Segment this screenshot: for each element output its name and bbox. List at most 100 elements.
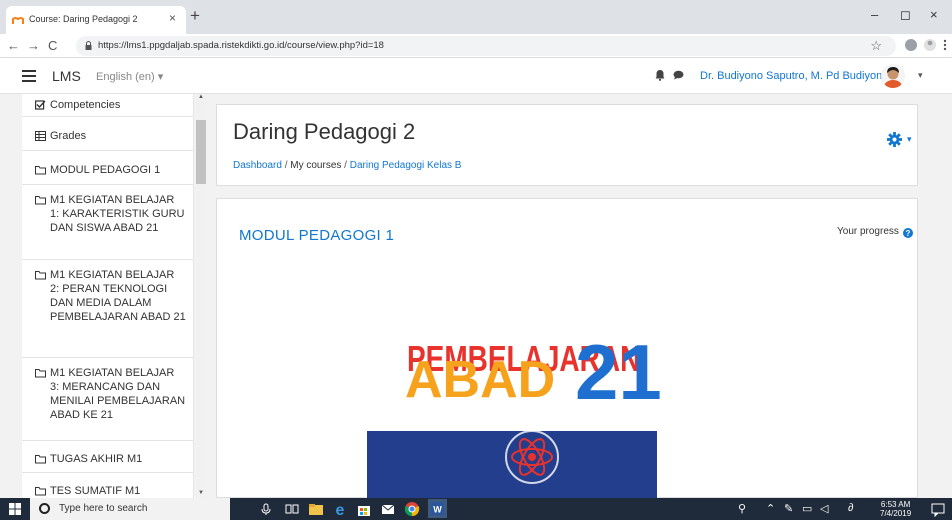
browser-tab[interactable]: Course: Daring Pedagogi 2 × (6, 6, 186, 34)
maximize-button[interactable]: ◻ (900, 7, 911, 23)
scroll-down-icon[interactable]: ▼ (198, 490, 204, 496)
messages-icon[interactable] (673, 70, 684, 80)
cortana-icon (39, 503, 50, 514)
drawer-item-label: MODUL PEDAGOGI 1 (50, 164, 161, 176)
action-center-icon[interactable] (930, 501, 946, 517)
checkbox-icon (35, 100, 46, 110)
browser-tab-strip: Course: Daring Pedagogi 2 × + – ◻ × (0, 0, 952, 34)
drawer-item-tugas-akhir[interactable]: TUGAS AKHIR M1 (22, 441, 193, 473)
drawer-item-grades[interactable]: Grades (22, 117, 193, 151)
language-menu[interactable]: English (en) ▾ (96, 70, 163, 83)
notification-bell-icon[interactable] (655, 69, 665, 81)
drawer-item-kb3[interactable]: M1 KEGIATAN BELAJAR 3: MERANCANG DAN MEN… (22, 358, 193, 441)
browser-toolbar: ← → C https://lms1.ppgdaljab.spada.riste… (0, 34, 952, 58)
section-title[interactable]: MODUL PEDAGOGI 1 (239, 227, 394, 244)
windows-start-icon[interactable] (9, 503, 21, 515)
bookmark-star-icon[interactable]: ☆ (870, 38, 882, 54)
course-drawer: Competencies Grades MODUL PEDAGOGI 1 M1 … (0, 94, 210, 498)
lock-icon (85, 41, 92, 50)
clock-date: 7/4/2019 (880, 509, 912, 518)
back-button[interactable]: ← (7, 38, 20, 53)
task-view-icon[interactable] (284, 501, 300, 517)
file-explorer-icon[interactable] (308, 501, 324, 517)
url-text: https://lms1.ppgdaljab.spada.ristekdikti… (98, 40, 384, 51)
volume-icon[interactable]: ◁ (820, 502, 828, 515)
forward-button[interactable]: → (27, 38, 40, 53)
breadcrumb-dashboard[interactable]: Dashboard (233, 160, 282, 171)
svg-text:e: e (336, 502, 345, 517)
window-close-button[interactable]: × (930, 7, 938, 22)
progress-label: Your progress (837, 226, 899, 237)
breadcrumb-separator: / (344, 160, 347, 171)
user-avatar[interactable] (881, 64, 905, 88)
site-navbar: LMS English (en) ▾ Dr. Budiyono Saputro,… (0, 58, 952, 94)
folder-icon (35, 455, 46, 464)
user-name-link[interactable]: Dr. Budiyono Saputro, M. Pd Budiyono (700, 70, 888, 82)
minimize-button[interactable]: – (871, 7, 878, 22)
course-section: MODUL PEDAGOGI 1 Your progress ? PEMBELA… (216, 198, 918, 499)
profile-icon[interactable] (923, 38, 937, 52)
mail-icon[interactable] (380, 501, 396, 517)
drawer-item-label: TUGAS AKHIR M1 (50, 453, 143, 465)
browser-menu-icon[interactable] (942, 38, 948, 52)
folder-icon (35, 487, 46, 496)
course-header: Daring Pedagogi 2 Dashboard / My courses… (216, 104, 918, 186)
battery-icon[interactable]: ▭ (802, 502, 812, 515)
drawer-item-label: TES SUMATIF M1 (50, 485, 141, 497)
banner-image: PEMBELAJARAN ABAD 21 (367, 328, 662, 499)
banner-number: 21 (575, 328, 662, 416)
edge-browser-icon[interactable]: e (332, 501, 348, 517)
drawer-item-label: Competencies (50, 99, 121, 111)
gear-icon[interactable] (887, 132, 902, 147)
drawer-item-label: M1 KEGIATAN BELAJAR 1: KARAKTERISTIK GUR… (50, 194, 185, 234)
breadcrumb-separator: / (284, 160, 288, 171)
settings-caret-icon[interactable]: ▾ (907, 134, 912, 145)
address-bar[interactable]: https://lms1.ppgdaljab.spada.ristekdikti… (76, 36, 896, 56)
drawer-toggle-icon[interactable] (22, 70, 36, 82)
drawer-item-label: M1 KEGIATAN BELAJAR 3: MERANCANG DAN MEN… (50, 367, 186, 421)
os-taskbar: Type here to search e W ⚲ ⌃ ✎ ▭ ◁ ∂ 6:53… (0, 498, 952, 520)
drawer-item-label: Grades (50, 130, 87, 142)
scrollbar-thumb[interactable] (196, 120, 206, 184)
tab-close-button[interactable]: × (169, 11, 176, 25)
store-icon[interactable] (356, 501, 372, 517)
table-icon (35, 131, 46, 141)
drawer-item-kb1[interactable]: M1 KEGIATAN BELAJAR 1: KARAKTERISTIK GUR… (22, 185, 193, 260)
reload-button[interactable]: C (48, 38, 57, 53)
folder-icon (35, 196, 46, 205)
microphone-icon[interactable] (258, 501, 274, 517)
extension-icon[interactable] (904, 38, 918, 52)
drawer-item-tes-sumatif[interactable]: TES SUMATIF M1 (22, 473, 193, 498)
pen-icon[interactable]: ✎ (784, 502, 793, 515)
breadcrumb-course[interactable]: Daring Pedagogi Kelas B (350, 160, 462, 171)
folder-icon (35, 166, 46, 175)
drawer-item-kb2[interactable]: M1 KEGIATAN BELAJAR 2: PERAN TEKNOLOGI D… (22, 260, 193, 358)
page-title: Daring Pedagogi 2 (233, 119, 416, 144)
people-icon[interactable]: ⚲ (738, 502, 746, 515)
svg-text:?: ? (906, 229, 911, 238)
drawer-item-modul-pedagogi-1[interactable]: MODUL PEDAGOGI 1 (22, 151, 193, 185)
breadcrumb-my-courses[interactable]: My courses (290, 160, 341, 171)
site-brand[interactable]: LMS (52, 68, 81, 84)
taskbar-clock[interactable]: 6:53 AM 7/4/2019 (880, 500, 911, 518)
chrome-icon[interactable] (404, 501, 420, 517)
breadcrumb: Dashboard / My courses / Daring Pedagogi… (233, 160, 461, 171)
new-tab-button[interactable]: + (190, 6, 200, 26)
drawer-scrollbar[interactable]: ▲ ▼ (196, 94, 206, 498)
folder-icon (35, 369, 46, 378)
tab-title: Course: Daring Pedagogi 2 (29, 14, 138, 24)
clock-time: 6:53 AM (880, 500, 911, 509)
help-icon[interactable]: ? (903, 228, 913, 238)
show-hidden-icons[interactable]: ⌃ (766, 502, 775, 515)
user-photo-icon (883, 67, 903, 88)
drawer-item-label: M1 KEGIATAN BELAJAR 2: PERAN TEKNOLOGI D… (50, 269, 186, 323)
banner-line2: ABAD (405, 351, 555, 409)
moodle-favicon-icon (12, 17, 24, 24)
user-menu-caret-icon[interactable]: ▾ (918, 70, 923, 81)
language-bar-icon[interactable]: ∂ (848, 502, 853, 514)
word-icon[interactable]: W (428, 499, 447, 518)
drawer-item-competencies[interactable]: Competencies (22, 94, 193, 117)
main-region: Daring Pedagogi 2 Dashboard / My courses… (210, 94, 952, 499)
taskbar-search[interactable]: Type here to search (30, 498, 230, 520)
scroll-up-icon[interactable]: ▲ (198, 94, 204, 100)
